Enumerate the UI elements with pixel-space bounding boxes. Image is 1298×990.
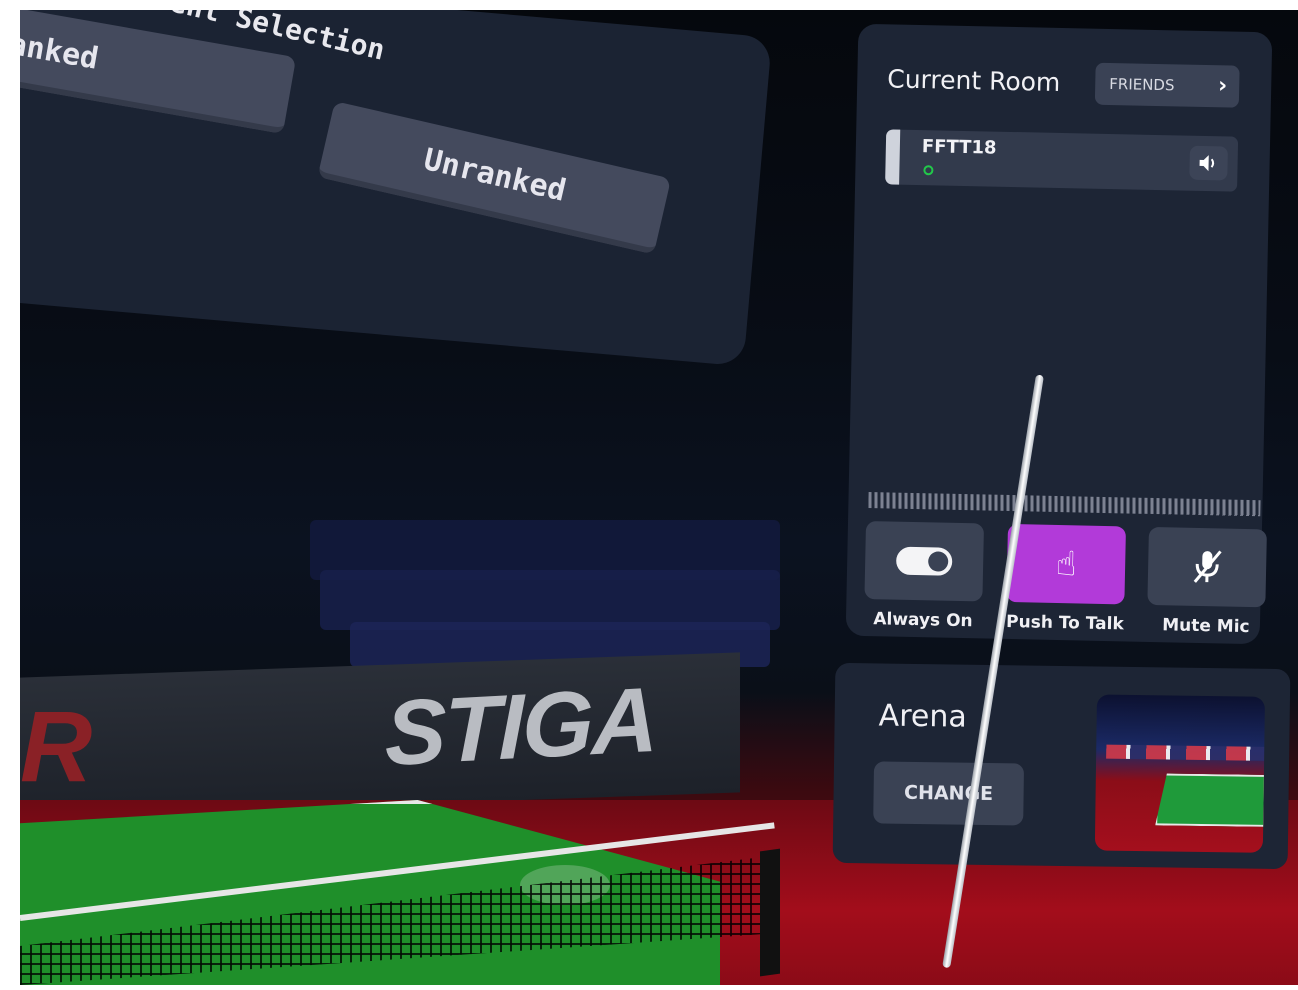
mute-mic-button[interactable]	[1147, 526, 1267, 608]
friends-button-label: FRIENDS	[1109, 74, 1175, 95]
ranked-button-label: anked	[20, 26, 102, 77]
chevron-right-icon: ›	[1217, 73, 1228, 99]
arena-panel: Arena CHANGE	[832, 662, 1291, 870]
always-on-label: Always On	[873, 609, 973, 632]
unranked-button-label: Unranked	[420, 141, 570, 209]
speaker-icon[interactable]	[1189, 145, 1228, 181]
mic-off-icon	[1193, 550, 1222, 583]
room-title: Current Room	[887, 64, 1061, 97]
tournament-selection-panel: ent Selection anked Unranked	[20, 10, 773, 367]
vr-scene: R STIGA ent Selection anked Unranked Cur…	[20, 10, 1298, 985]
room-member[interactable]: FFTT18	[885, 129, 1239, 192]
arena-thumbnail	[1094, 694, 1265, 853]
push-to-talk-label: Push To Talk	[1005, 611, 1124, 635]
current-room-panel: Current Room FRIENDS › FFTT18 ☝ Always O…	[845, 23, 1273, 645]
member-name: FFTT18	[921, 136, 997, 159]
toggle-icon	[895, 546, 953, 576]
mute-mic-label: Mute Mic	[1161, 615, 1250, 638]
change-arena-label: CHANGE	[903, 781, 994, 806]
arena-title: Arena	[878, 698, 967, 735]
thumbnail-table	[1155, 773, 1265, 827]
friends-button[interactable]: FRIENDS ›	[1094, 62, 1240, 108]
voice-level-meter	[868, 492, 1261, 517]
always-on-button[interactable]	[864, 521, 985, 602]
banner-left-logo: R	[20, 691, 93, 803]
tap-hand-icon: ☝	[1055, 543, 1077, 585]
push-to-talk-button[interactable]: ☝	[1006, 523, 1126, 605]
stadium-seats	[320, 570, 780, 630]
member-accent	[885, 129, 901, 185]
change-arena-button[interactable]: CHANGE	[873, 761, 1025, 826]
unranked-button[interactable]: Unranked	[317, 101, 672, 255]
thumbnail-banners	[1106, 744, 1265, 761]
net-post	[760, 848, 780, 977]
online-status-icon	[923, 165, 934, 176]
stiga-banner-logo: STIGA	[385, 668, 657, 786]
